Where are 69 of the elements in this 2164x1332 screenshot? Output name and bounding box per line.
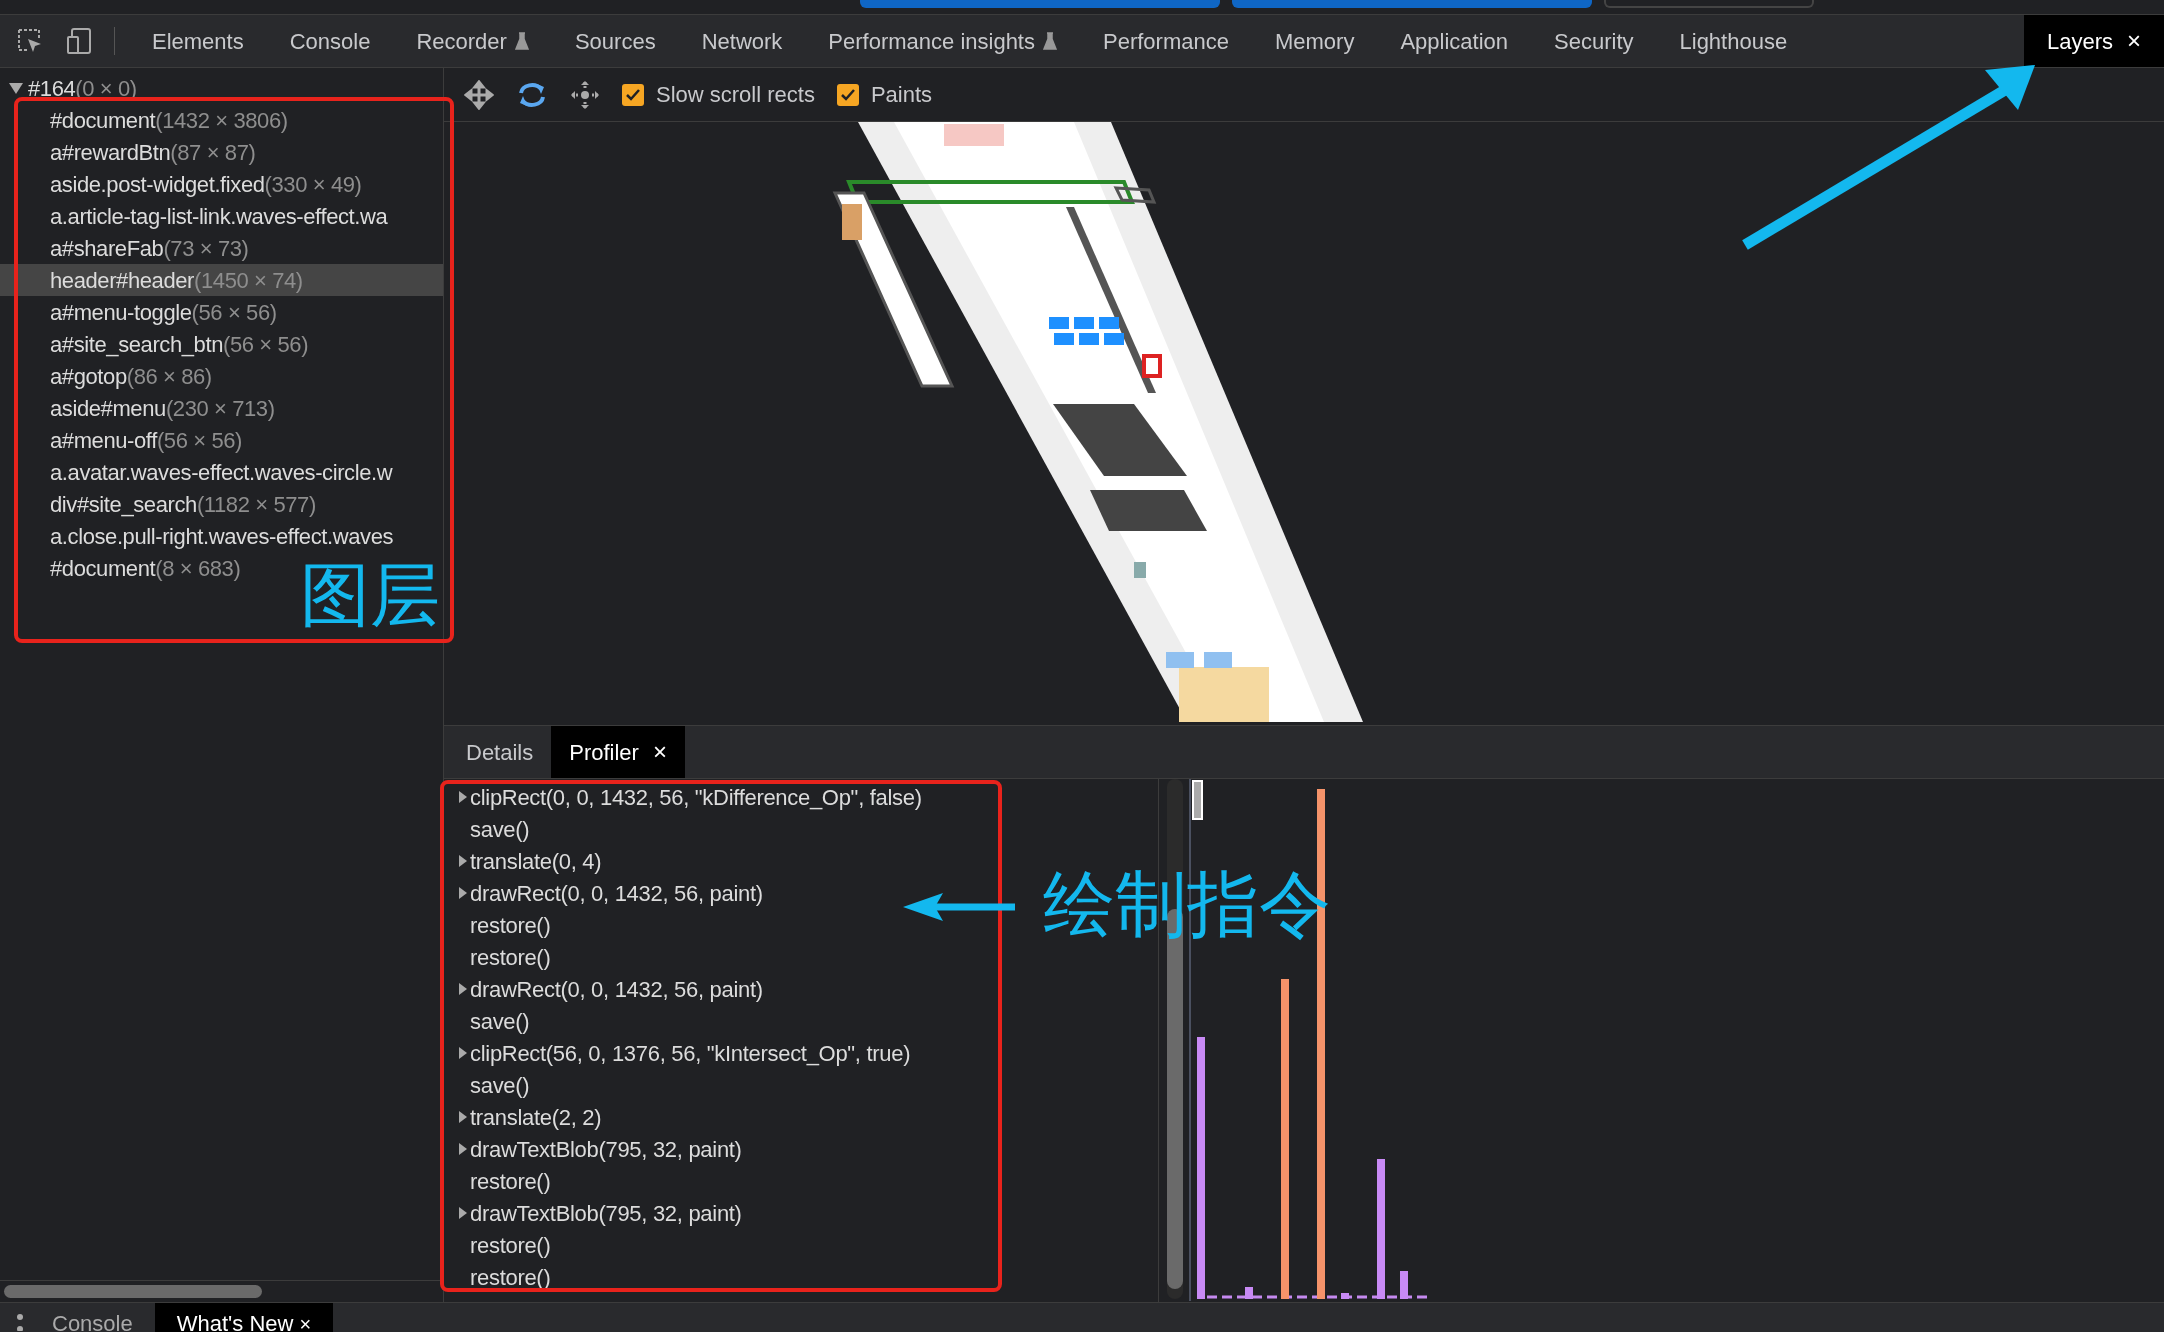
panel-tab[interactable]: Elements [129, 15, 267, 67]
close-icon[interactable]: × [652, 734, 667, 770]
layer-tree-item[interactable]: a#shareFab(73 × 73) [0, 232, 443, 264]
paint-command[interactable]: save() [470, 1004, 530, 1038]
paint-command[interactable]: drawRect(0, 0, 1432, 56, paint) [470, 972, 763, 1006]
layer-tree-item[interactable]: a#gotop(86 × 86) [0, 360, 443, 392]
pan-mode-icon[interactable] [464, 79, 494, 110]
expand-triangle-icon[interactable] [458, 1206, 468, 1220]
checkbox[interactable]: Paints [836, 78, 933, 111]
paint-command[interactable]: restore() [470, 908, 551, 942]
layer-tree-item[interactable]: aside#menu(230 × 713) [0, 392, 443, 424]
layer-tree-item[interactable]: a.avatar.waves-effect.waves-circle.w [0, 456, 443, 488]
paint-command[interactable]: drawTextBlob(795, 32, paint) [470, 1196, 742, 1230]
layer-tree-item[interactable]: a#rewardBtn(87 × 87) [0, 136, 443, 168]
paint-command[interactable]: drawRect(0, 0, 1432, 56, paint) [470, 876, 763, 910]
checkmark-icon [625, 87, 641, 102]
scrollbar-thumb[interactable] [4, 1285, 262, 1298]
expand-triangle-icon[interactable] [8, 81, 24, 95]
layer-tree-item[interactable]: a#menu-off(56 × 56) [0, 424, 443, 456]
panel-tab[interactable]: Application [1377, 15, 1532, 67]
layer-tree-item[interactable]: a.article-tag-list-link.waves-effect.wa [0, 200, 443, 232]
range-handle[interactable] [1192, 780, 1203, 820]
layer-tree-item[interactable]: a.close.pull-right.waves-effect.waves [0, 520, 443, 552]
expand-triangle-icon[interactable] [458, 1142, 468, 1156]
paint-command[interactable]: save() [470, 1068, 530, 1102]
panel-tab[interactable]: Performance insights [805, 15, 1080, 67]
panel-tab[interactable]: Lighthouse [1656, 15, 1811, 67]
paint-command[interactable]: restore() [470, 1260, 551, 1294]
expand-triangle-icon[interactable] [458, 790, 468, 804]
checkbox[interactable]: Slow scroll rects [622, 78, 815, 111]
drawer-tab[interactable]: Console [30, 1303, 155, 1332]
layer-tree-item[interactable]: aside.post-widget.fixed(330 × 49) [0, 168, 443, 200]
panel-tab[interactable]: Memory [1251, 15, 1378, 67]
panel-tab[interactable]: Network [678, 15, 806, 67]
panel-tab[interactable]: Sources [551, 15, 679, 67]
layer-tree-item[interactable]: a#site_search_btn(56 × 56) [0, 328, 443, 360]
paint-command[interactable]: clipRect(56, 0, 1376, 56, "kIntersect_Op", true) [470, 1036, 911, 1070]
panel-tab[interactable]: Performance [1080, 15, 1252, 67]
layers-3d-drawing[interactable] [832, 122, 1363, 722]
expand-triangle-icon[interactable] [458, 1046, 468, 1060]
paint-command[interactable]: save() [470, 812, 530, 846]
paint-command[interactable]: translate(0, 4) [470, 844, 602, 878]
paint-command[interactable]: clipRect(0, 0, 1432, 56, "kDifference_Op", false) [470, 780, 922, 814]
panel-tab[interactable]: Layers × [2023, 15, 2164, 67]
paint-command[interactable]: restore() [470, 940, 551, 974]
expand-triangle-icon[interactable] [458, 886, 468, 900]
layer-tree-item[interactable]: a#menu-toggle(56 × 56) [0, 296, 443, 328]
annotation-label: 图层 [300, 560, 440, 630]
paint-command[interactable]: drawTextBlob(795, 32, paint) [470, 1132, 742, 1166]
close-icon[interactable]: × [299, 1313, 312, 1332]
paint-command[interactable]: restore() [470, 1228, 551, 1262]
panel-tab[interactable]: Console [266, 15, 394, 67]
layer-tree-item[interactable]: div#site_search(1182 × 577) [0, 488, 443, 520]
layer-tree-item[interactable]: #document(1432 × 3806) [0, 104, 443, 136]
device-toolbar-icon[interactable] [66, 27, 94, 55]
close-icon[interactable]: × [2127, 23, 2141, 59]
paint-command[interactable]: restore() [470, 1164, 551, 1198]
detail-tab[interactable]: Profiler × [551, 726, 685, 778]
drawer-tab[interactable]: What's New × [154, 1303, 334, 1332]
panel-tab[interactable]: Security [1531, 15, 1657, 67]
expand-triangle-icon[interactable] [458, 1110, 468, 1124]
layer-tree-item[interactable]: header#header(1450 × 74) [0, 264, 443, 296]
expand-triangle-icon[interactable] [458, 854, 468, 868]
detail-tab[interactable]: Details [448, 726, 552, 778]
reset-transform-icon[interactable] [570, 79, 600, 110]
expand-triangle-icon[interactable] [458, 982, 468, 996]
checkmark-icon [839, 87, 856, 102]
paint-command[interactable]: translate(2, 2) [470, 1100, 602, 1134]
panel-tab[interactable]: Recorder [393, 15, 552, 67]
